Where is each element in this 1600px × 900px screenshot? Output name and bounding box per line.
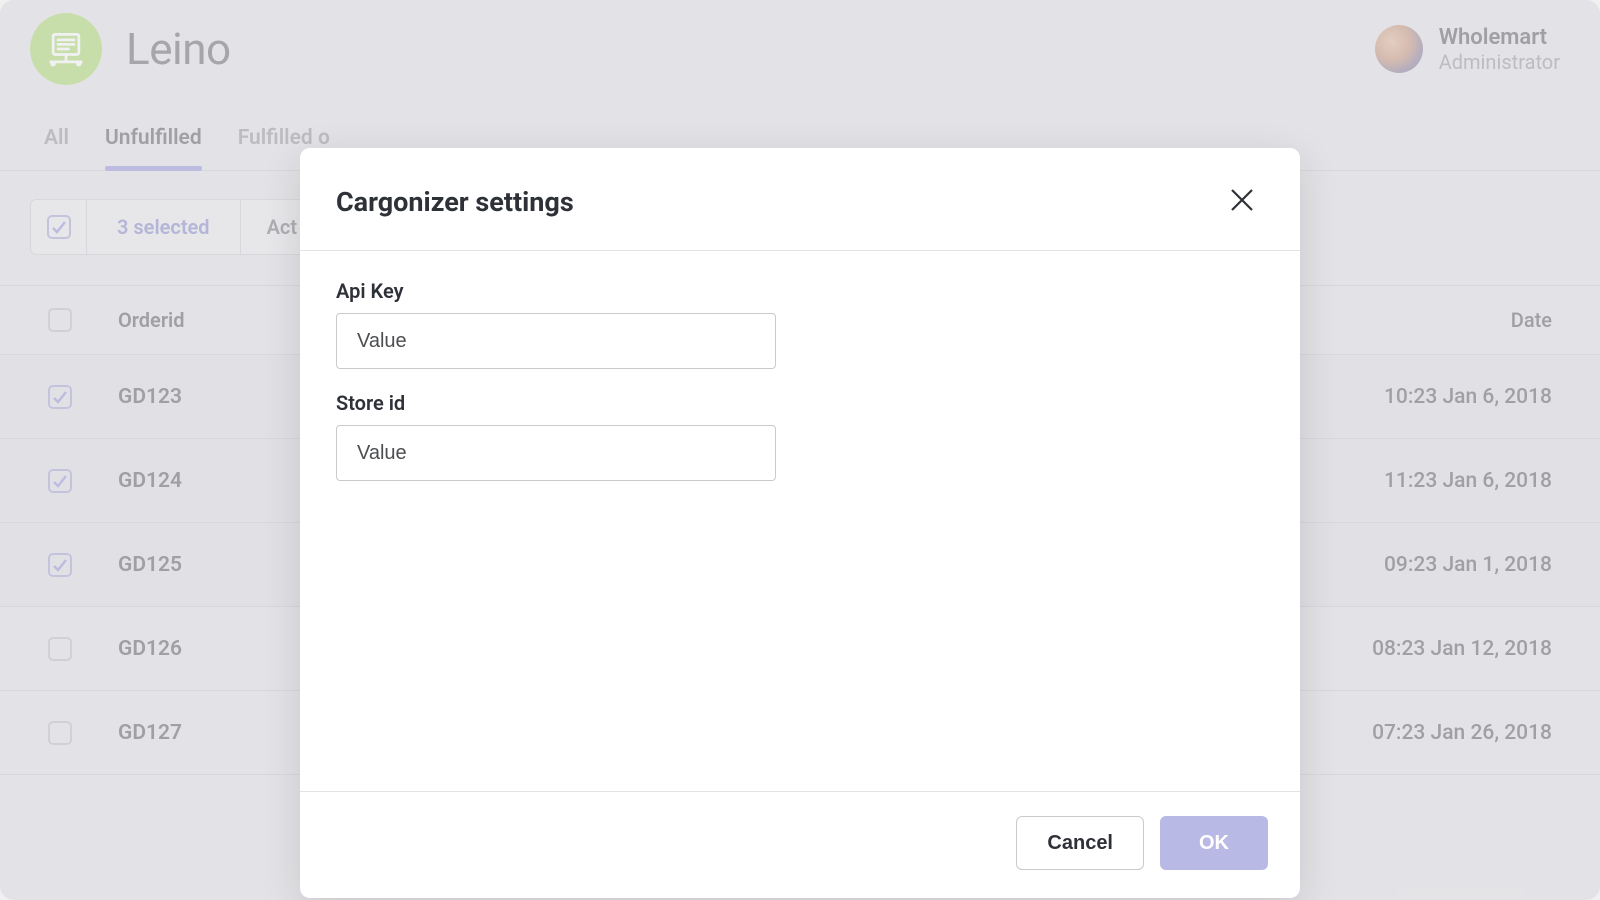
cancel-button[interactable]: Cancel — [1016, 816, 1144, 870]
modal-header: Cargonizer settings — [300, 148, 1300, 251]
modal-body: Api Key Store id — [300, 251, 1300, 791]
cargonizer-settings-modal: Cargonizer settings Api Key Store id Can… — [300, 148, 1300, 898]
api-key-input[interactable] — [336, 313, 776, 369]
app-frame: Leino Wholemart Administrator All Unfulf… — [0, 0, 1600, 900]
modal-footer: Cancel OK — [300, 791, 1300, 898]
api-key-label: Api Key — [336, 279, 1264, 303]
close-button[interactable] — [1224, 182, 1260, 222]
field-store-id: Store id — [336, 391, 1264, 481]
modal-title: Cargonizer settings — [336, 186, 574, 218]
field-api-key: Api Key — [336, 279, 1264, 369]
close-icon — [1228, 199, 1256, 218]
ok-button[interactable]: OK — [1160, 816, 1268, 870]
store-id-input[interactable] — [336, 425, 776, 481]
store-id-label: Store id — [336, 391, 1264, 415]
